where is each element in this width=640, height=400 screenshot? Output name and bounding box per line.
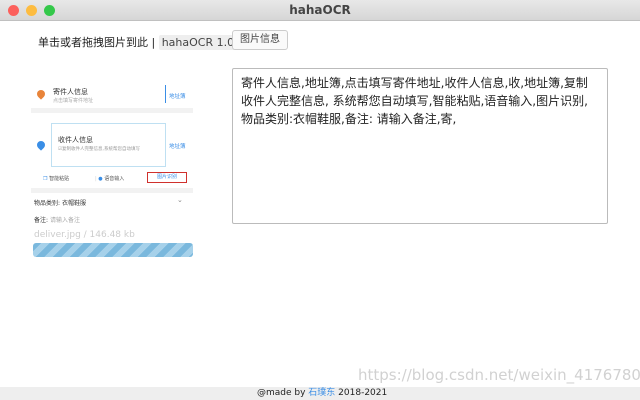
ocr-result-textarea[interactable]: 寄件人信息,地址簿,点击填写寄件地址,收件人信息,收,地址簿,复制收件人完整信息… bbox=[232, 68, 608, 224]
image-preview[interactable]: 寄件人信息 点击填写寄件地址 地址簿 收件人信息 ☑复制收件人完整信息,系统帮您… bbox=[31, 75, 193, 260]
watermark: https://blog.csdn.net/weixin_41767802 bbox=[358, 366, 640, 384]
drop-zone-heading[interactable]: 单击或者拖拽图片到此 | hahaOCR 1.0 bbox=[38, 34, 238, 50]
sender-hint: 点击填写寄件地址 bbox=[53, 98, 94, 104]
sender-title: 寄件人信息 bbox=[53, 88, 88, 96]
receiver-pin-icon bbox=[35, 139, 47, 151]
title-bar: hahaOCR bbox=[0, 0, 640, 21]
version-badge: hahaOCR 1.0 bbox=[158, 35, 238, 50]
window-title: hahaOCR bbox=[289, 3, 351, 17]
image-info-button[interactable]: 图片信息 bbox=[232, 30, 288, 50]
drop-hint: 单击或者拖拽图片到此 | bbox=[38, 36, 159, 49]
maximize-window-button[interactable] bbox=[44, 5, 55, 16]
receiver-hint: ☑复制收件人完整信息,系统帮您自动填写 bbox=[58, 147, 140, 152]
receiver-title: 收件人信息 bbox=[58, 136, 93, 144]
footer: @made by 石璞东 2018-2021 bbox=[0, 387, 640, 400]
author-link[interactable]: 石璞东 bbox=[308, 388, 335, 398]
image-ocr-highlight: 图片识别 bbox=[147, 172, 187, 183]
sender-address-book: 地址簿 bbox=[169, 94, 186, 100]
upload-progress-bar bbox=[33, 243, 193, 257]
close-window-button[interactable] bbox=[8, 5, 19, 16]
smart-paste: ❐ 智能粘贴 bbox=[43, 176, 70, 182]
minimize-window-button[interactable] bbox=[26, 5, 37, 16]
category: 物品类别: 衣帽鞋服 bbox=[34, 200, 86, 207]
sender-pin-icon bbox=[35, 88, 47, 100]
voice-input: | ● 语音输入 bbox=[95, 176, 125, 182]
remark: 备注: 请输入备注 bbox=[34, 217, 80, 224]
file-info: deliver.jpg / 146.48 kb bbox=[34, 230, 135, 240]
receiver-address-book: 地址簿 bbox=[169, 144, 186, 150]
chevron-down-icon: ⌄ bbox=[177, 196, 183, 204]
